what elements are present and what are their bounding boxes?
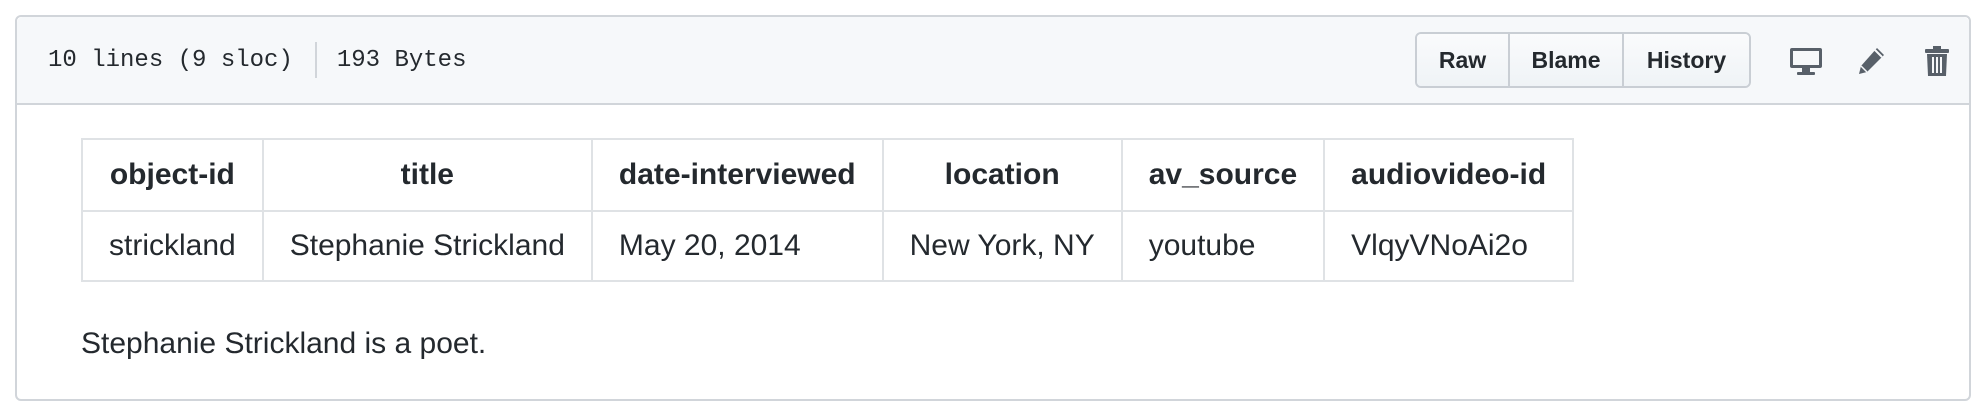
metadata-table: object-id title date-interviewed locatio… (81, 138, 1575, 282)
file-actions-button-group: Raw Blame History (1415, 32, 1751, 88)
blame-button[interactable]: Blame (1508, 34, 1622, 86)
open-desktop-button[interactable] (1786, 41, 1826, 81)
delete-file-button[interactable] (1917, 41, 1957, 81)
line-count: 10 lines (9 sloc) (48, 46, 293, 74)
description-text: Stephanie Strickland is a poet. (81, 327, 487, 360)
file-viewer: 10 lines (9 sloc) 193 Bytes Raw Blame Hi… (15, 15, 1971, 401)
column-header: object-id (81, 138, 264, 212)
table-row: strickland Stephanie Strickland May 20, … (81, 210, 1575, 282)
desktop-icon (1790, 48, 1822, 75)
table-header-row: object-id title date-interviewed locatio… (81, 138, 1575, 212)
column-header: av_source (1120, 138, 1326, 212)
edit-file-button[interactable] (1851, 41, 1891, 81)
file-info-divider (314, 42, 317, 78)
history-button[interactable]: History (1622, 34, 1749, 86)
file-size: 193 Bytes (336, 46, 467, 74)
file-header: 10 lines (9 sloc) 193 Bytes Raw Blame Hi… (17, 17, 1969, 105)
column-header: title (261, 138, 593, 212)
column-header: date-interviewed (590, 138, 884, 212)
file-info: 10 lines (9 sloc) 193 Bytes (48, 17, 466, 103)
table-cell: VlqyVNoAi2o (1323, 210, 1575, 282)
table-cell: youtube (1120, 210, 1326, 282)
pencil-icon (1859, 48, 1884, 74)
trash-icon (1925, 46, 1949, 76)
table-cell: New York, NY (881, 210, 1123, 282)
raw-button[interactable]: Raw (1417, 34, 1508, 86)
column-header: location (881, 138, 1123, 212)
column-header: audiovideo-id (1323, 138, 1575, 212)
table-cell: May 20, 2014 (590, 210, 884, 282)
table-cell: strickland (81, 210, 264, 282)
table-cell: Stephanie Strickland (261, 210, 593, 282)
